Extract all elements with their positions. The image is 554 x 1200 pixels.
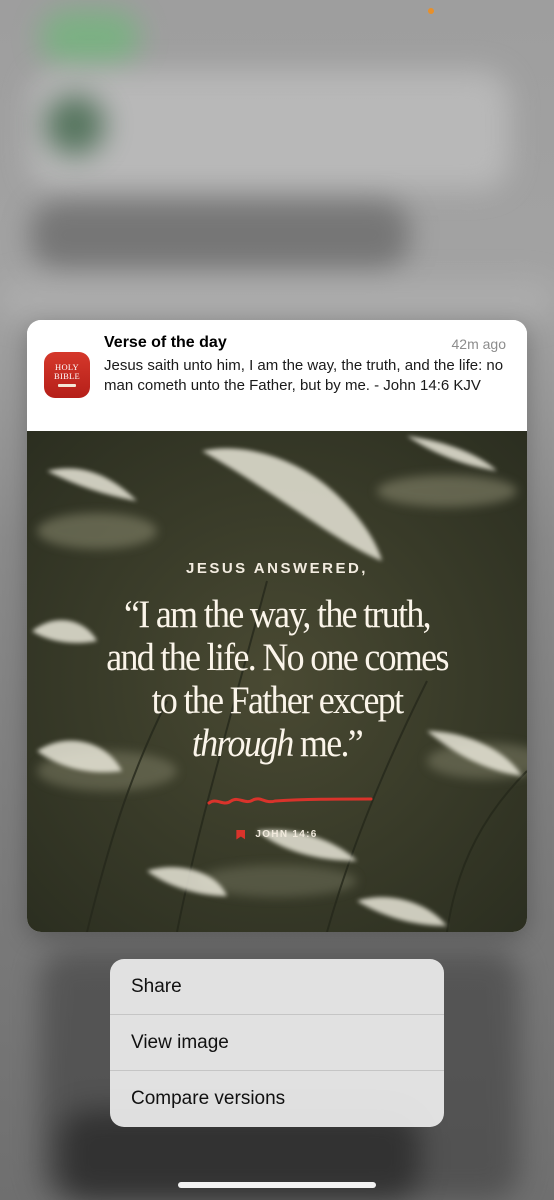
- menu-item-share[interactable]: Share: [110, 959, 444, 1015]
- quote-part-1: “I am the way, the truth, and the life. …: [106, 593, 449, 722]
- notification-body: Jesus saith unto him, I am the way, the …: [104, 357, 504, 394]
- verse-quote: “I am the way, the truth, and the life. …: [102, 593, 452, 765]
- bookmark-ribbon-icon: [58, 384, 76, 387]
- menu-item-compare-versions[interactable]: Compare versions: [110, 1071, 444, 1127]
- notification-card[interactable]: HOLY BIBLE Verse of the day 42m ago Jesu…: [27, 320, 527, 932]
- red-squiggle-underline: [207, 797, 373, 805]
- privacy-indicator-dot: [428, 8, 434, 14]
- reference-text: JOHN 14:6: [255, 829, 318, 840]
- app-icon-label: HOLY BIBLE: [53, 362, 81, 381]
- image-header-text: JESUS ANSWERED,: [186, 560, 368, 577]
- notification-header[interactable]: HOLY BIBLE Verse of the day 42m ago Jesu…: [27, 320, 527, 431]
- verse-reference: JOHN 14:6: [27, 829, 527, 840]
- holy-bible-app-icon: HOLY BIBLE: [44, 352, 90, 398]
- notification-title: Verse of the day: [104, 334, 227, 351]
- quote-emphasis: through: [191, 722, 294, 765]
- quote-part-2: me.”: [299, 722, 364, 765]
- bookmark-icon: [236, 829, 246, 840]
- menu-item-view-image[interactable]: View image: [110, 1015, 444, 1071]
- context-menu: Share View image Compare versions: [110, 959, 444, 1127]
- home-indicator[interactable]: [178, 1182, 376, 1188]
- notification-timestamp: 42m ago: [451, 336, 506, 352]
- verse-image[interactable]: JESUS ANSWERED, “I am the way, the truth…: [27, 431, 527, 932]
